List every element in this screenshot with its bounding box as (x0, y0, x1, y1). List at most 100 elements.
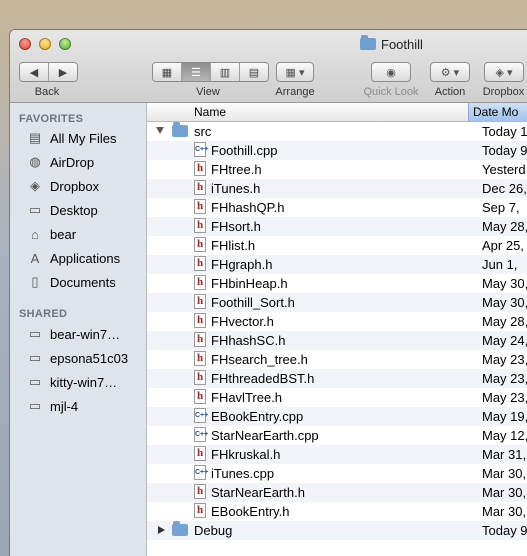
header-file-icon: h (194, 161, 206, 176)
table-row[interactable]: C++ iTunes.cpp Mar 30, (147, 464, 527, 483)
list-view-button[interactable]: ☰ (182, 63, 211, 81)
table-row[interactable]: Debug Today 9 (147, 521, 527, 540)
shared-heading: SHARED (19, 308, 68, 320)
table-row[interactable]: h FHvector.h May 28, (147, 312, 527, 331)
airdrop-icon: ◍ (29, 154, 41, 169)
all-files-icon: ▤ (28, 130, 42, 145)
file-name: FHavlTree.h (211, 390, 283, 405)
favorites-heading: FAVORITES (19, 113, 84, 125)
file-date: Jun 1, (482, 257, 518, 272)
forward-button[interactable]: ▶ (49, 63, 77, 81)
column-view-button[interactable]: ▥ (211, 63, 240, 81)
file-date: Today 9 (482, 143, 527, 158)
disclosure-closed-icon[interactable] (158, 526, 165, 534)
quicklook-button[interactable]: ◉ (371, 62, 411, 82)
back-forward-buttons: ◀ ▶ (19, 62, 78, 82)
file-name: FHvector.h (211, 314, 274, 329)
table-row[interactable]: C++ StarNearEarth.cpp May 12, (147, 426, 527, 445)
toolbar: Foothill ◀ ▶ Back ▦ ☰ ▥ ▤ View ▦ ▾ Arran… (10, 30, 527, 103)
column-header-date-modified[interactable]: Date Mo (468, 103, 527, 121)
file-name: EBookEntry.cpp (211, 409, 304, 424)
table-row[interactable]: h Foothill_Sort.h May 30, (147, 293, 527, 312)
table-row[interactable]: C++ Foothill.cpp Today 9 (147, 141, 527, 160)
file-date: May 23, (482, 371, 527, 386)
coverflow-view-button[interactable]: ▤ (240, 63, 268, 81)
table-row[interactable]: h FHavlTree.h May 23, (147, 388, 527, 407)
table-row[interactable]: h FHsearch_tree.h May 23, (147, 350, 527, 369)
sidebar-item-epsona51c03[interactable]: ▭ epsona51c03 (26, 348, 144, 368)
header-file-icon: h (194, 446, 206, 461)
table-row[interactable]: h FHsort.h May 28, (147, 217, 527, 236)
table-row[interactable]: h FHkruskal.h Mar 31, (147, 445, 527, 464)
file-list: Name Date Mo src Today 1 C++ Foothill.cpp To… (147, 103, 527, 556)
sidebar-item-bear-win7[interactable]: ▭ bear-win7… (26, 324, 144, 344)
sidebar-item-all-my-files[interactable]: ▤ All My Files (26, 128, 144, 148)
sidebar-item-applications[interactable]: A Applications (26, 248, 144, 268)
file-date: Mar 30, (482, 485, 527, 500)
table-row[interactable]: h FHthreadedBST.h May 23, (147, 369, 527, 388)
table-row[interactable]: h StarNearEarth.h Mar 30, (147, 483, 527, 502)
header-file-icon: h (194, 256, 206, 271)
table-row[interactable]: h EBookEntry.h Mar 30, (147, 502, 527, 521)
file-date: Today 1 (482, 124, 527, 139)
file-date: May 23, (482, 352, 527, 367)
desktop-icon: ▭ (28, 202, 42, 217)
sidebar-item-bear[interactable]: ⌂ bear (26, 224, 144, 244)
window-title-text: Foothill (381, 36, 423, 52)
table-row[interactable]: h iTunes.h Dec 26, (147, 179, 527, 198)
sidebar-item-documents[interactable]: ▯ Documents (26, 272, 144, 292)
file-name: FHsort.h (211, 219, 261, 234)
file-date: Mar 30, (482, 466, 527, 481)
sidebar-item-dropbox[interactable]: ◈ Dropbox (26, 176, 144, 196)
table-row[interactable]: h FHgraph.h Jun 1, (147, 255, 527, 274)
zoom-window-button[interactable] (59, 38, 71, 50)
table-row[interactable]: h FHtree.h Yesterd (147, 160, 527, 179)
file-name: FHtree.h (211, 162, 262, 177)
table-row[interactable]: h FHhashQP.h Sep 7, (147, 198, 527, 217)
header-file-icon: h (194, 332, 206, 347)
home-icon: ⌂ (31, 226, 39, 242)
file-name: EBookEntry.h (211, 504, 290, 519)
back-button[interactable]: ◀ (20, 63, 49, 81)
file-date: Sep 7, (482, 200, 520, 215)
file-date: May 19, (482, 409, 527, 424)
header-file-icon: h (194, 180, 206, 195)
close-window-button[interactable] (19, 38, 31, 50)
folder-icon (172, 521, 188, 536)
dropbox-label: Dropbox (482, 86, 525, 98)
disclosure-open-icon[interactable] (156, 127, 164, 134)
header-file-icon: h (194, 313, 206, 328)
action-button[interactable]: ⚙ ▾ (430, 62, 470, 82)
header-file-icon: h (194, 199, 206, 214)
file-name: iTunes.cpp (211, 466, 275, 481)
dropbox-button[interactable]: ◈ ▾ (484, 62, 524, 82)
header-file-icon: h (194, 237, 206, 252)
file-date: May 30, (482, 295, 527, 310)
file-date: May 30, (482, 276, 527, 291)
arrange-button[interactable]: ▦ ▾ (276, 62, 314, 82)
icon-view-button[interactable]: ▦ (153, 63, 182, 81)
computer-icon: ▭ (28, 350, 42, 365)
file-date: May 24, (482, 333, 527, 348)
table-row[interactable]: h FHlist.h Apr 25, (147, 236, 527, 255)
sidebar-item-airdrop[interactable]: ◍ AirDrop (26, 152, 144, 172)
sidebar-item-mjl-4[interactable]: ▭ mjl-4 (26, 396, 144, 416)
table-row[interactable]: C++ EBookEntry.cpp May 19, (147, 407, 527, 426)
computer-icon: ▭ (28, 326, 42, 341)
sidebar: FAVORITES ▤ All My Files ◍ AirDrop ◈ Dro… (10, 103, 147, 556)
file-name: src (194, 124, 212, 139)
table-row[interactable]: h FHbinHeap.h May 30, (147, 274, 527, 293)
table-row[interactable]: src Today 1 (147, 122, 527, 141)
column-header-name[interactable]: Name (194, 105, 226, 119)
sidebar-item-desktop[interactable]: ▭ Desktop (26, 200, 144, 220)
header-file-icon: h (194, 351, 206, 366)
sidebar-item-kitty-win7[interactable]: ▭ kitty-win7… (26, 372, 144, 392)
file-name: StarNearEarth.h (211, 485, 305, 500)
computer-icon: ▭ (28, 374, 42, 389)
view-label: View (196, 86, 220, 98)
minimize-window-button[interactable] (39, 38, 51, 50)
file-date: Dec 26, (482, 181, 527, 196)
file-name: Foothill.cpp (211, 143, 278, 158)
dropbox-icon: ◈ (30, 178, 40, 193)
table-row[interactable]: h FHhashSC.h May 24, (147, 331, 527, 350)
